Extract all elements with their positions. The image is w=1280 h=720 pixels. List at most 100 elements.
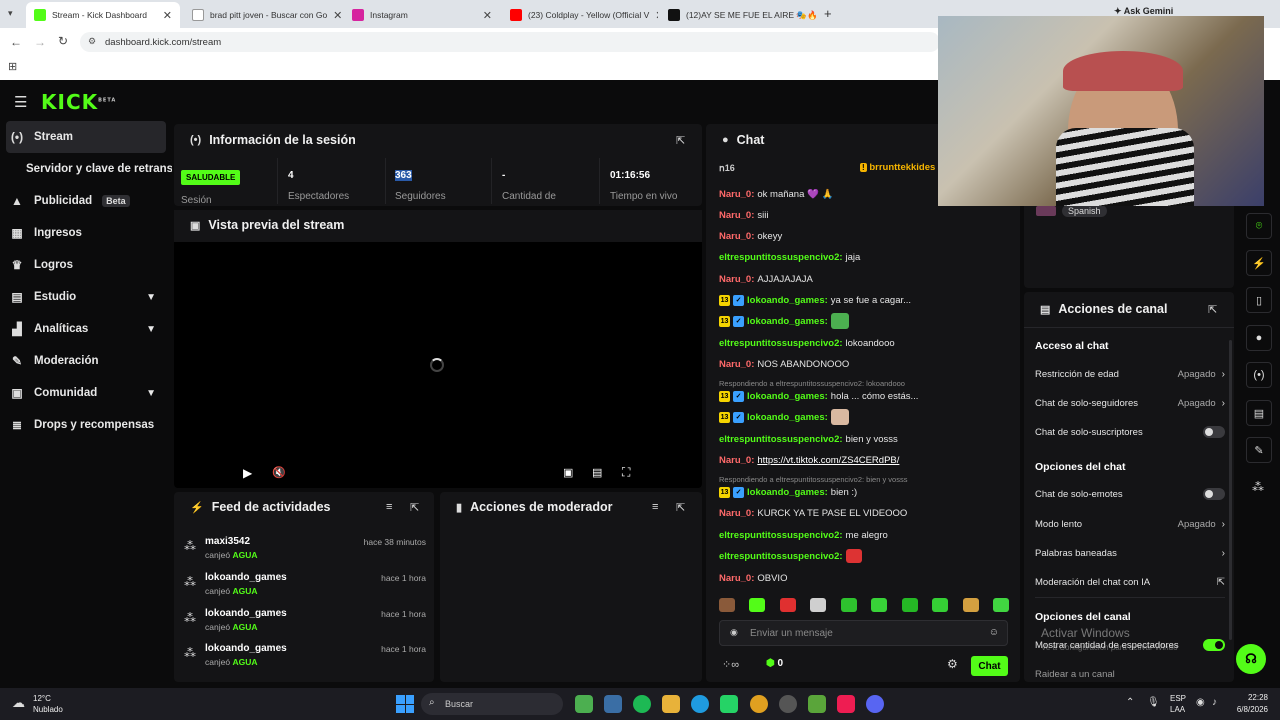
input-language[interactable]: ESP xyxy=(1170,694,1186,703)
feed-user[interactable]: lokoando_games xyxy=(205,643,287,654)
points-display[interactable]: ⬢ 0 xyxy=(766,658,783,669)
emoji-icon[interactable]: ☺ xyxy=(989,627,999,638)
tab-kick-dashboard[interactable]: Stream - Kick Dashboard ✕ xyxy=(26,2,180,28)
clock-date[interactable]: 6/8/2026 xyxy=(1226,705,1268,714)
sidebar-item-ingresos[interactable]: ▦ Ingresos xyxy=(6,217,166,249)
ai-moderation-row[interactable]: Moderación del chat con IA ⇱ xyxy=(1035,572,1225,592)
feed-user[interactable]: maxi3542 xyxy=(205,536,250,547)
windows-start-icon[interactable] xyxy=(396,695,414,713)
rail-wrench-icon[interactable]: ✎ xyxy=(1246,437,1272,463)
emote-icon[interactable] xyxy=(871,598,888,612)
rail-community-icon[interactable]: ⁂ xyxy=(1252,480,1264,494)
emote-icon[interactable] xyxy=(901,598,918,612)
sidebar-item-server-key[interactable]: Servidor y clave de retransm xyxy=(6,153,172,185)
sidebar-item-logros[interactable]: ♛ Logros xyxy=(6,249,166,281)
scrollbar[interactable] xyxy=(1229,340,1232,640)
volume-icon[interactable]: ♪ xyxy=(1212,697,1217,708)
close-tab-icon[interactable]: ✕ xyxy=(333,9,342,22)
steam-app-icon[interactable] xyxy=(779,695,797,713)
popout-icon[interactable]: ⇱ xyxy=(410,501,419,514)
file-explorer-icon[interactable] xyxy=(662,695,680,713)
clock-time[interactable]: 22:28 xyxy=(1236,693,1268,702)
tab-tiktok[interactable]: (12)AY SE ME FUE EL AIRE 🎭🔥 ✕ xyxy=(660,4,816,26)
emote-icon[interactable] xyxy=(962,598,979,612)
rail-target-icon[interactable]: ⌾ xyxy=(1246,213,1272,239)
chrome-app-icon[interactable] xyxy=(750,695,768,713)
url-field[interactable]: ⚙ dashboard.kick.com/stream xyxy=(80,32,940,52)
emote-icon[interactable] xyxy=(810,598,827,612)
close-tab-icon[interactable]: ✕ xyxy=(483,9,492,22)
site-info-icon[interactable]: ⚙ xyxy=(88,36,96,47)
filter-icon[interactable]: ≡ xyxy=(652,501,658,513)
rail-bolt-icon[interactable]: ⚡ xyxy=(1246,250,1272,276)
forward-icon[interactable]: → xyxy=(34,35,46,49)
sidebar-item-estudio[interactable]: ▤ Estudio ▼ xyxy=(6,281,166,313)
subs-only-toggle[interactable] xyxy=(1203,426,1225,438)
popout-icon[interactable]: ⇱ xyxy=(676,501,685,514)
emote-icon[interactable] xyxy=(719,598,735,612)
raid-row[interactable]: Raidear a un canal xyxy=(1035,664,1225,684)
tiktok-app-icon[interactable] xyxy=(837,695,855,713)
emote-icon[interactable] xyxy=(992,598,1009,612)
sidebar-item-moderacion[interactable]: ✎ Moderación xyxy=(6,345,166,377)
reload-icon[interactable]: ↻ xyxy=(58,34,68,48)
rail-chat-icon[interactable]: ● xyxy=(1246,325,1272,351)
tab-google-search[interactable]: brad pitt joven - Buscar con Go ✕ xyxy=(184,4,344,26)
close-tab-icon[interactable]: ✕ xyxy=(163,9,172,22)
settings-dots-icon[interactable]: ⁘∞ xyxy=(722,658,739,671)
emote-icon[interactable] xyxy=(932,598,949,612)
minecraft-app-icon[interactable] xyxy=(575,695,593,713)
microphone-icon[interactable]: 🎙 xyxy=(1147,697,1160,708)
sidebar-item-stream[interactable]: (•) Stream xyxy=(6,121,166,153)
spotify-app-icon[interactable] xyxy=(633,695,651,713)
sidebar-item-publicidad[interactable]: ▲ Publicidad Beta xyxy=(6,185,166,217)
discord-app-icon[interactable] xyxy=(866,695,884,713)
miniplayer-icon[interactable]: ▣ xyxy=(563,466,573,479)
tab-youtube[interactable]: (23) Coldplay - Yellow (Official V ✕ xyxy=(502,4,658,26)
feed-user[interactable]: lokoando_games xyxy=(205,572,287,583)
back-icon[interactable]: ← xyxy=(10,35,22,49)
feed-user[interactable]: lokoando_games xyxy=(205,608,287,619)
tab-instagram[interactable]: Instagram ✕ xyxy=(344,4,500,26)
banned-words-row[interactable]: Palabras baneadas › xyxy=(1035,543,1225,563)
rail-shield-icon[interactable]: ▤ xyxy=(1246,400,1272,426)
rail-broadcast-icon[interactable]: (•) xyxy=(1246,362,1272,388)
filter-icon[interactable]: ≡ xyxy=(386,501,392,513)
chat-message-input[interactable]: ◉ Enviar un mensaje ☺ xyxy=(719,620,1008,646)
menu-icon[interactable]: ☰ xyxy=(14,93,27,111)
slow-mode-row[interactable]: Modo lento Apagado › xyxy=(1035,514,1225,534)
fullscreen-icon[interactable]: ⛶ xyxy=(622,465,630,480)
emote-icon[interactable] xyxy=(779,598,796,612)
store-app-icon[interactable] xyxy=(604,695,622,713)
pinned-user[interactable]: ! brrunttekkides xyxy=(860,162,938,173)
tab-list-icon[interactable]: ▾ xyxy=(8,8,13,19)
emote-icon[interactable] xyxy=(749,598,766,612)
popout-icon[interactable]: ⇱ xyxy=(676,134,685,147)
game-app-icon[interactable] xyxy=(808,695,826,713)
sidebar-item-comunidad[interactable]: ▣ Comunidad ▼ xyxy=(6,377,166,409)
close-tab-icon[interactable]: ✕ xyxy=(655,9,658,22)
whatsapp-app-icon[interactable] xyxy=(720,695,738,713)
send-chat-button[interactable]: Chat xyxy=(971,656,1008,676)
followers-only-row[interactable]: Chat de solo-seguidores Apagado › xyxy=(1035,393,1225,413)
wifi-icon[interactable]: ◉ xyxy=(1196,697,1205,708)
edge-app-icon[interactable] xyxy=(691,695,709,713)
support-headset-icon[interactable]: ☊ xyxy=(1236,644,1266,674)
emote-icon[interactable] xyxy=(840,598,857,612)
age-restriction-row[interactable]: Restricción de edad Apagado › xyxy=(1035,364,1225,384)
sidebar-item-drops[interactable]: ≣ Drops y recompensas xyxy=(6,409,166,441)
kick-logo[interactable]: KICKBETA xyxy=(41,90,116,114)
play-icon[interactable]: ▶ xyxy=(243,466,252,480)
popout-icon[interactable]: ⇱ xyxy=(1208,303,1217,316)
theater-icon[interactable]: ▤ xyxy=(592,466,602,479)
mute-icon[interactable]: 🔇 xyxy=(272,466,286,479)
gear-icon[interactable]: ⚙ xyxy=(947,657,958,671)
input-layout[interactable]: LAA xyxy=(1170,705,1185,714)
tray-chevron-icon[interactable]: ⌃ xyxy=(1126,697,1134,708)
rail-card-icon[interactable]: ▯ xyxy=(1246,287,1272,313)
sidebar-item-analiticas[interactable]: ▟ Analíticas ▼ xyxy=(6,313,166,345)
new-tab-icon[interactable]: + xyxy=(824,6,832,21)
chat-link[interactable]: https://vt.tiktok.com/ZS4CERdPB/ xyxy=(757,455,899,466)
taskbar-search[interactable]: ⌕ Buscar xyxy=(421,693,563,715)
apps-grid-icon[interactable]: ⊞ xyxy=(8,60,17,73)
